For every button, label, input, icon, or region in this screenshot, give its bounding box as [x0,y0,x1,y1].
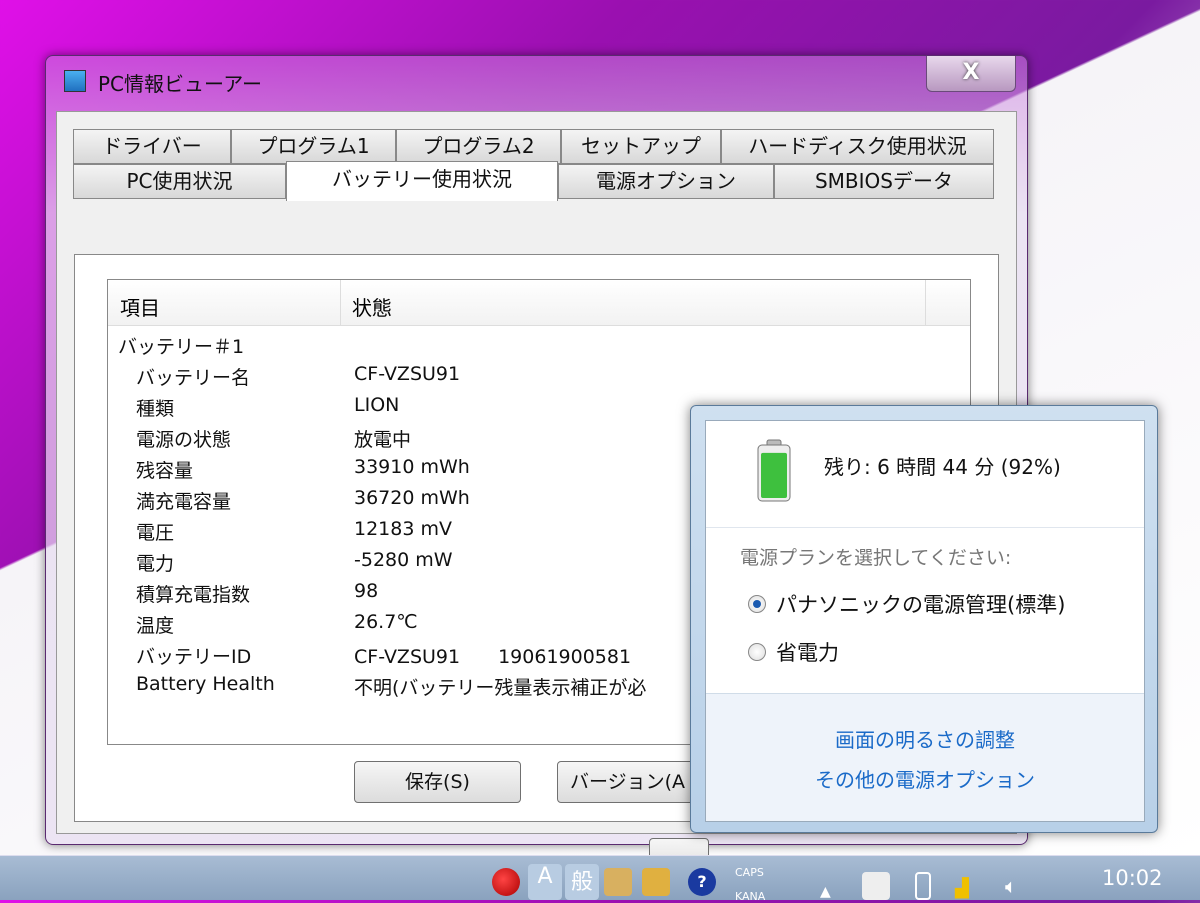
brightness-link[interactable]: 画面の明るさの調整 [706,724,1144,753]
list-header: 項目 状態 [108,280,970,326]
taskbar: A 般 ? CAPS KANA ▲ ▟ 🔈︎ 10:02 [0,855,1200,903]
row-value: 36720 mWh [354,487,470,509]
plan-label-power-saver[interactable]: 省電力 [776,637,839,667]
battery-tray-icon[interactable] [915,872,931,900]
window-title: PC情報ビューアー [98,72,263,96]
tab-hdd-usage[interactable]: ハードディスク使用状況 [721,129,994,164]
tab-setup[interactable]: セットアップ [561,129,721,164]
ime-pad-icon[interactable] [492,868,520,896]
row-value: LION [354,394,400,416]
tab-program2[interactable]: プログラム2 [396,129,561,164]
tab-smbios[interactable]: SMBIOSデータ [774,164,994,199]
row-value: 放電中 [354,429,412,451]
tab-driver[interactable]: ドライバー [73,129,231,164]
caps-indicator: CAPS [735,866,764,879]
network-signal-icon[interactable]: ▟ [955,878,969,899]
plan-radio-power-saver[interactable] [748,643,766,661]
list-group-battery1: バッテリー＃1 [118,336,245,358]
plan-label-standard[interactable]: パナソニックの電源管理(標準) [776,589,1065,619]
kana-indicator: KANA [735,890,766,903]
battery-flyout: 残り: 6 時間 44 分 (92%) 電源プランを選択してください: パナソニ… [690,405,1158,833]
volume-icon[interactable]: 🔈︎ [1005,874,1017,898]
row-value: 12183 mV [354,518,452,540]
close-button[interactable]: X [926,56,1016,92]
tab-power-options[interactable]: 電源オプション [558,164,774,199]
row-label: 積算充電指数 [136,584,251,606]
row-label: 電力 [136,553,175,575]
row-value: 不明(バッテリー残量表示補正が必 [354,677,647,699]
app-icon [64,70,86,92]
ime-toolbox-icon[interactable] [642,868,670,896]
more-power-options-link[interactable]: その他の電源オプション [706,764,1144,793]
clock[interactable]: 10:02 [1102,866,1163,890]
row-label: 電圧 [136,522,175,544]
row-value: 98 [354,580,379,602]
row-label: Battery Health [136,673,275,695]
plan-radio-standard[interactable] [748,595,766,613]
row-value: 33910 mWh [354,456,470,478]
row-label: 電源の状態 [136,429,232,451]
row-value: CF-VZSU91 [354,363,461,385]
ime-kanji-button[interactable]: 般 [565,864,599,900]
ime-mode-button[interactable]: A [528,864,562,900]
row-value: -5280 mW [354,549,453,571]
row-label: 残容量 [136,460,194,482]
column-header-item[interactable]: 項目 [120,292,160,321]
row-label: 満充電容量 [136,491,232,513]
battery-remaining-text: 残り: 6 時間 44 分 (92%) [824,455,1061,479]
tab-pc-usage[interactable]: PC使用状況 [73,164,286,199]
battery-icon [757,439,791,502]
row-label: 温度 [136,615,175,637]
plan-prompt: 電源プランを選択してください: [740,547,1012,569]
tab-battery-usage[interactable]: バッテリー使用状況 [286,161,558,201]
ime-tools-icon[interactable] [604,868,632,896]
row-value: CF-VZSU91 19061900581 [354,646,632,668]
version-button[interactable]: バージョン(A [557,761,707,803]
tab-program1[interactable]: プログラム1 [231,129,396,164]
row-label: バッテリー名 [136,367,251,389]
help-icon[interactable]: ? [688,868,716,896]
row-label: 種類 [136,398,175,420]
save-button[interactable]: 保存(S) [354,761,521,803]
column-header-status[interactable]: 状態 [352,292,392,321]
action-center-flag-icon[interactable] [862,872,890,900]
show-hidden-icons-button[interactable]: ▲ [820,884,831,900]
row-value: 26.7℃ [354,611,418,633]
row-label: バッテリーID [136,646,252,668]
